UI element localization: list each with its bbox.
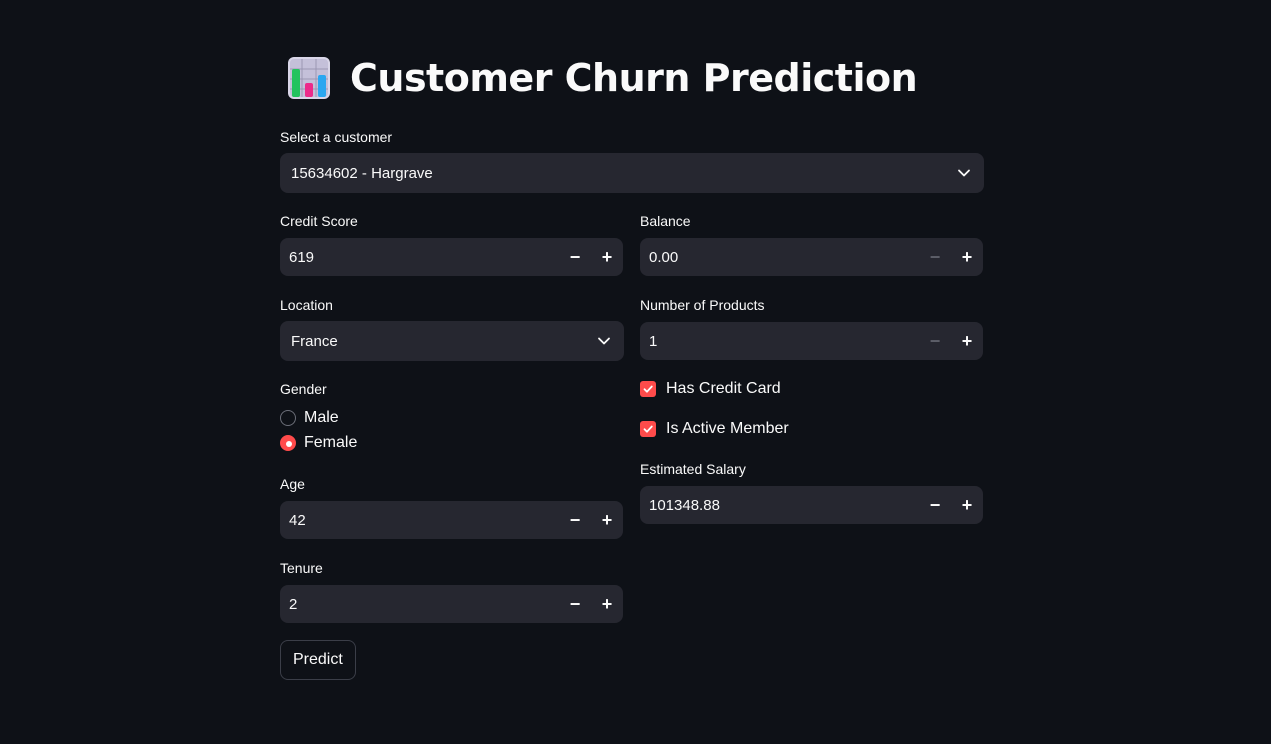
credit-score-increment-button[interactable]: +	[591, 238, 623, 276]
customer-select-value: 15634602 - Hargrave	[291, 164, 433, 182]
location-select[interactable]: France	[280, 321, 624, 361]
location-select-value: France	[291, 332, 338, 350]
estimated-salary-value[interactable]: 101348.88	[649, 497, 919, 514]
age-label: Age	[280, 476, 305, 492]
estimated-salary-increment-button[interactable]: +	[951, 486, 983, 524]
is-active-member-label: Is Active Member	[666, 420, 789, 437]
num-products-input[interactable]: 1 − +	[640, 322, 983, 360]
age-value[interactable]: 42	[289, 512, 559, 529]
estimated-salary-input[interactable]: 101348.88 − +	[640, 486, 983, 524]
balance-input[interactable]: 0.00 − +	[640, 238, 983, 276]
checkmark-icon	[643, 425, 653, 433]
gender-option-male[interactable]: Male	[280, 409, 339, 427]
chevron-down-icon	[598, 337, 610, 345]
has-credit-card-checkbox[interactable]	[640, 381, 656, 397]
radio-female[interactable]	[280, 435, 296, 451]
estimated-salary-decrement-button[interactable]: −	[919, 486, 951, 524]
location-label: Location	[280, 297, 333, 313]
credit-score-decrement-button[interactable]: −	[559, 238, 591, 276]
tenure-value[interactable]: 2	[289, 596, 559, 613]
customer-select-label: Select a customer	[280, 129, 393, 145]
balance-value[interactable]: 0.00	[649, 249, 919, 266]
chevron-down-icon	[958, 169, 970, 177]
page-title: Customer Churn Prediction	[350, 56, 918, 100]
tenure-increment-button[interactable]: +	[591, 585, 623, 623]
credit-score-label: Credit Score	[280, 213, 358, 229]
radio-male[interactable]	[280, 410, 296, 426]
age-increment-button[interactable]: +	[591, 501, 623, 539]
gender-option-label: Female	[304, 434, 358, 451]
num-products-decrement-button[interactable]: −	[919, 322, 951, 360]
num-products-value[interactable]: 1	[649, 333, 919, 350]
balance-increment-button[interactable]: +	[951, 238, 983, 276]
bar-chart-emoji-icon	[288, 57, 330, 99]
predict-button[interactable]: Predict	[280, 640, 356, 680]
age-input[interactable]: 42 − +	[280, 501, 623, 539]
checkmark-icon	[643, 385, 653, 393]
credit-score-value[interactable]: 619	[289, 249, 559, 266]
is-active-member-checkbox-row[interactable]: Is Active Member	[640, 420, 789, 438]
num-products-increment-button[interactable]: +	[951, 322, 983, 360]
balance-decrement-button[interactable]: −	[919, 238, 951, 276]
balance-label: Balance	[640, 213, 691, 229]
credit-score-input[interactable]: 619 − +	[280, 238, 623, 276]
age-decrement-button[interactable]: −	[559, 501, 591, 539]
tenure-input[interactable]: 2 − +	[280, 585, 623, 623]
gender-option-label: Male	[304, 409, 339, 426]
tenure-label: Tenure	[280, 560, 323, 576]
page-title-row: Customer Churn Prediction	[286, 55, 918, 101]
num-products-label: Number of Products	[640, 297, 765, 313]
has-credit-card-label: Has Credit Card	[666, 380, 781, 397]
has-credit-card-checkbox-row[interactable]: Has Credit Card	[640, 380, 781, 398]
gender-option-female[interactable]: Female	[280, 434, 357, 452]
customer-select[interactable]: 15634602 - Hargrave	[280, 153, 984, 193]
estimated-salary-label: Estimated Salary	[640, 461, 746, 477]
gender-label: Gender	[280, 381, 327, 397]
tenure-decrement-button[interactable]: −	[559, 585, 591, 623]
is-active-member-checkbox[interactable]	[640, 421, 656, 437]
